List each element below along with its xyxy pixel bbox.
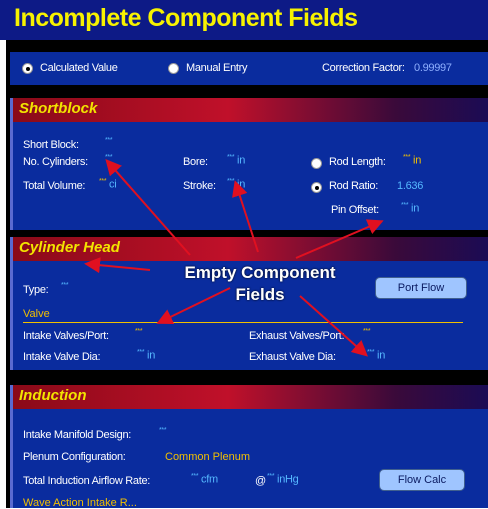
annotation-line-1: Empty Component [184, 263, 336, 282]
annotation-line-2: Fields [235, 285, 285, 304]
arrow-to-pin-offset [295, 219, 384, 259]
arrow-to-type [84, 257, 151, 274]
annotation-label: Empty Component Fields [150, 262, 370, 306]
annotation-arrows [84, 158, 384, 357]
arrow-to-cylinders [105, 158, 191, 256]
arrow-to-stroke [232, 180, 259, 253]
